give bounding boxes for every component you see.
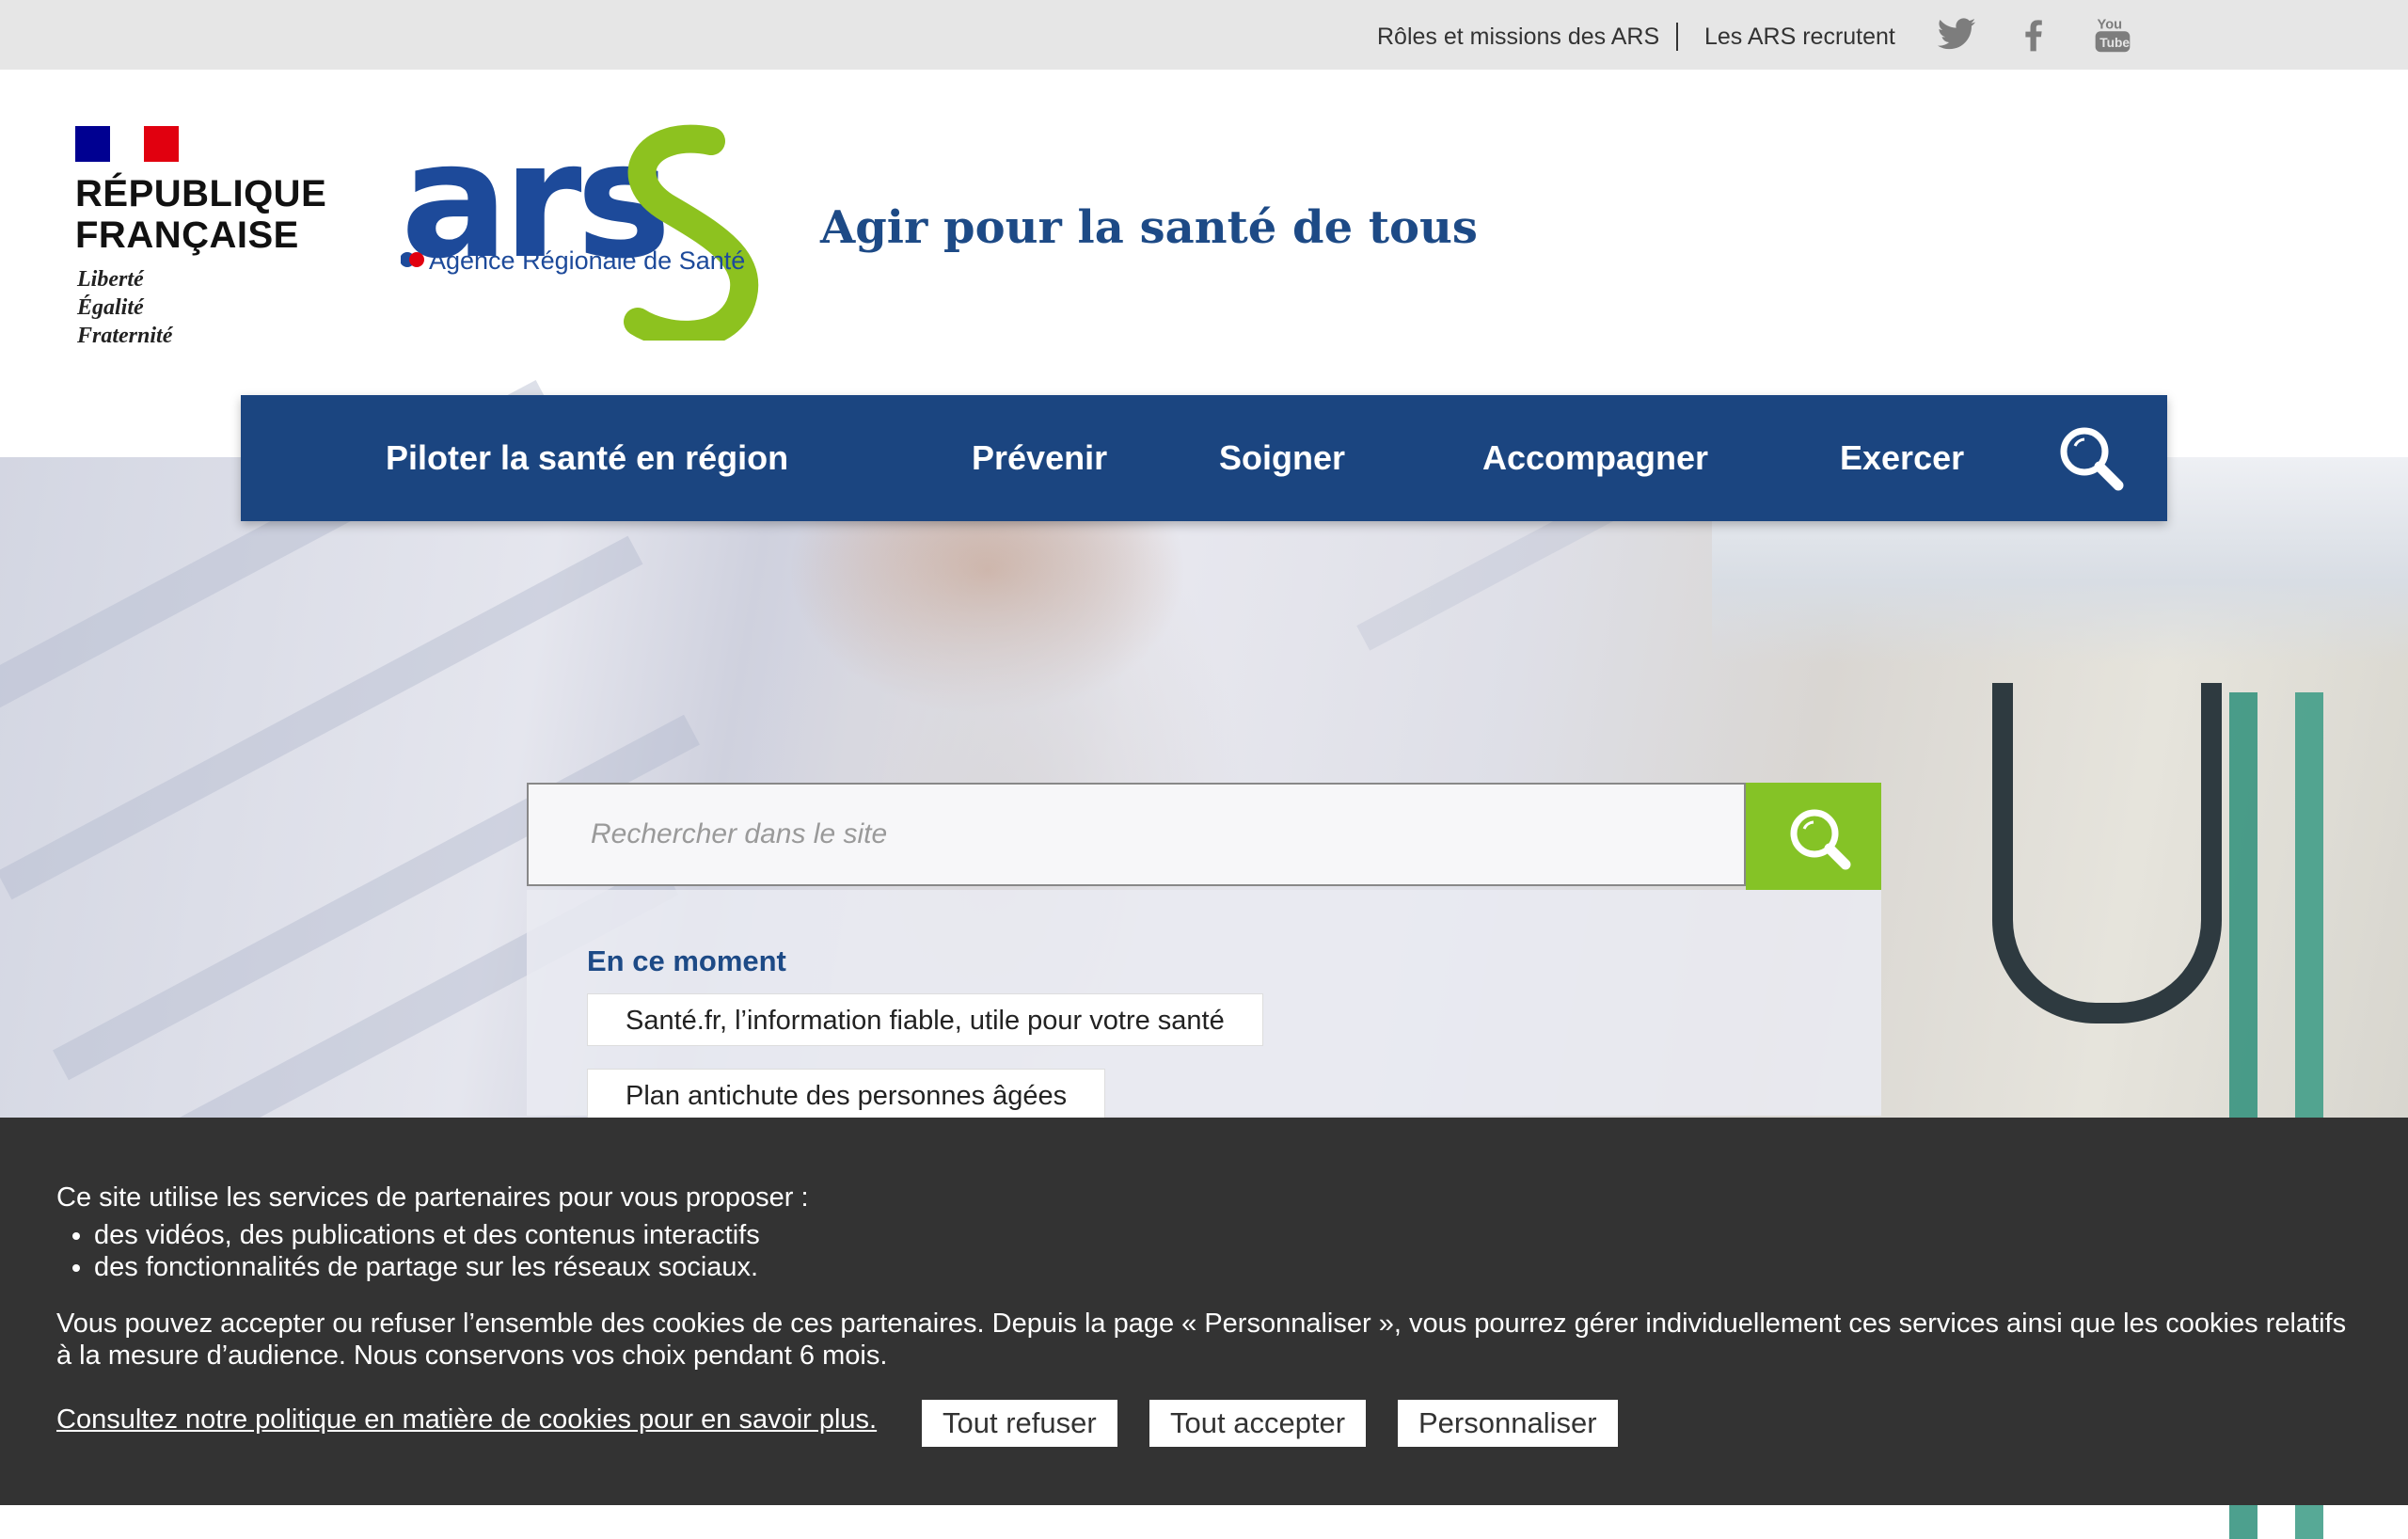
nav-item-prevenir[interactable]: Prévenir bbox=[972, 438, 1107, 478]
cookie-purpose-item: des vidéos, des publications et des cont… bbox=[94, 1219, 760, 1251]
en-ce-moment-title: En ce moment bbox=[587, 944, 786, 977]
cookie-purpose-item: des fonctionnalités de partage sur les r… bbox=[94, 1251, 760, 1283]
ars-logo[interactable]: ars Agence Régionale de Santé bbox=[400, 108, 768, 349]
ars-recruit-link[interactable]: Les ARS recrutent bbox=[1704, 23, 1895, 51]
nav-item-exercer[interactable]: Exercer bbox=[1840, 438, 1964, 478]
cookie-policy-link[interactable]: Consultez notre politique en matière de … bbox=[56, 1404, 877, 1436]
motto-liberte: Liberté bbox=[77, 267, 144, 292]
customize-button[interactable]: Personnaliser bbox=[1398, 1400, 1618, 1447]
site-tagline: Agir pour la santé de tous bbox=[820, 201, 1478, 254]
moment-link-sante-fr[interactable]: Santé.fr, l’information fiable, utile po… bbox=[587, 993, 1263, 1046]
search-icon bbox=[1790, 809, 1851, 870]
roles-missions-link[interactable]: Rôles et missions des ARS bbox=[1377, 23, 1659, 51]
site-search-form bbox=[527, 783, 1881, 890]
accept-all-button[interactable]: Tout accepter bbox=[1149, 1400, 1367, 1447]
cookie-explanation-text: Vous pouvez accepter ou refuser l’ensemb… bbox=[56, 1309, 2347, 1371]
francaise-label: FRANÇAISE bbox=[75, 214, 299, 256]
cookie-purpose-list: des vidéos, des publications et des cont… bbox=[56, 1219, 760, 1283]
cookie-intro-text: Ce site utilise les services de partenai… bbox=[56, 1182, 809, 1213]
svg-text:Tube: Tube bbox=[2099, 36, 2130, 50]
twitter-icon[interactable] bbox=[1936, 13, 1977, 55]
svg-text:You: You bbox=[2098, 18, 2123, 33]
nav-item-piloter[interactable]: Piloter la santé en région bbox=[386, 438, 788, 478]
republique-francaise-logo[interactable]: RÉPUBLIQUE FRANÇAISE Liberté Égalité Fra… bbox=[75, 126, 326, 348]
search-submit-button[interactable] bbox=[1746, 783, 1881, 890]
main-navigation: Piloter la santé en région Prévenir Soig… bbox=[241, 395, 2167, 521]
nav-item-soigner[interactable]: Soigner bbox=[1219, 438, 1345, 478]
motto-egalite: Égalité bbox=[77, 295, 144, 320]
french-flag-icon bbox=[75, 126, 180, 162]
top-utility-bar: Rôles et missions des ARS Les ARS recrut… bbox=[0, 0, 2408, 70]
motto-fraternite: Fraternité bbox=[77, 324, 173, 348]
site-search-input[interactable] bbox=[527, 783, 1746, 886]
ars-logo-subtitle: Agence Régionale de Santé bbox=[429, 246, 745, 275]
facebook-icon[interactable] bbox=[2013, 13, 2054, 55]
nav-item-accompagner[interactable]: Accompagner bbox=[1482, 438, 1708, 478]
moment-link-plan-antichute[interactable]: Plan antichute des personnes âgées bbox=[587, 1069, 1106, 1121]
cookie-consent-banner: Ce site utilise les services de partenai… bbox=[0, 1118, 2408, 1505]
youtube-icon[interactable]: You Tube bbox=[2092, 13, 2133, 55]
republique-label: RÉPUBLIQUE bbox=[75, 173, 327, 214]
refuse-all-button[interactable]: Tout refuser bbox=[922, 1400, 1117, 1447]
topbar-separator bbox=[1676, 23, 1678, 51]
search-icon[interactable] bbox=[2056, 423, 2126, 493]
en-ce-moment-panel: En ce moment Santé.fr, l’information fia… bbox=[527, 890, 1881, 1121]
